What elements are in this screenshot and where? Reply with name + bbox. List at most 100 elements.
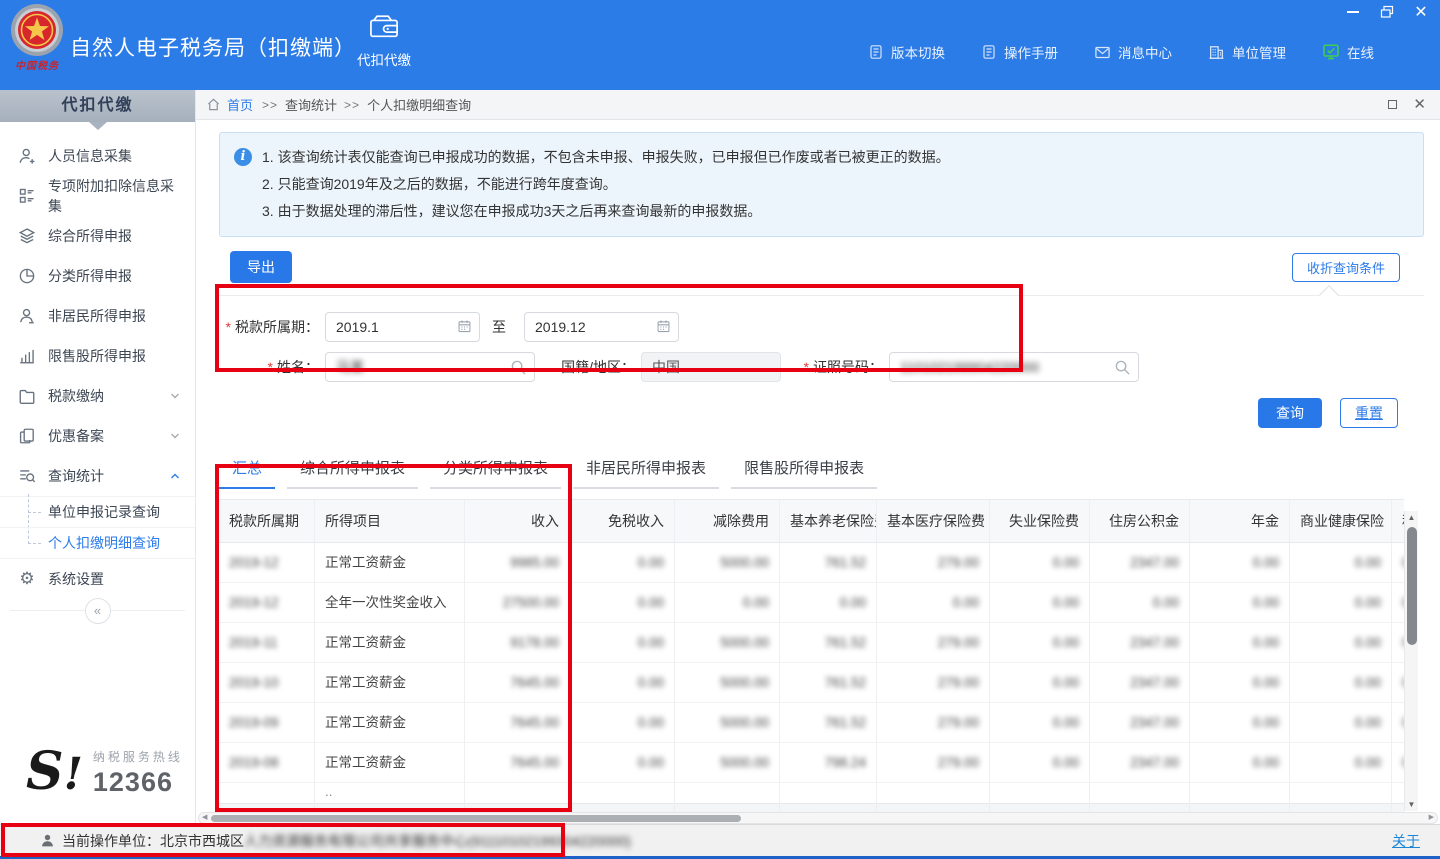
table-row[interactable]: 2019-11正常工资薪金9178.000.005000.00761.52279… bbox=[219, 623, 1404, 663]
table-cell: 0.00 bbox=[1290, 543, 1392, 583]
table-cell: 0.00 bbox=[990, 663, 1090, 703]
scroll-up-icon[interactable]: ▲ bbox=[1405, 513, 1418, 522]
tab-限售股所得申报表[interactable]: 限售股所得申报表 bbox=[731, 450, 877, 489]
column-header: 住房公积金 bbox=[1090, 500, 1190, 542]
table-body: 2019-12正常工资薪金9985.000.005000.00761.52279… bbox=[219, 543, 1404, 842]
maximize-panel-icon[interactable] bbox=[1388, 100, 1397, 109]
name-input[interactable]: 马某 bbox=[325, 352, 535, 382]
table-cell: 0.00 bbox=[1190, 543, 1290, 583]
wallet-icon bbox=[368, 13, 400, 41]
table-cell: 2019-09 bbox=[219, 703, 315, 743]
sidebar-item-nonresident[interactable]: 非居民所得申报 bbox=[0, 296, 195, 336]
table-cell bbox=[570, 783, 675, 803]
breadcrumb-item-current: 个人扣缴明细查询 bbox=[367, 95, 471, 114]
sidebar: 代扣代缴 人员信息采集专项附加扣除信息采集综合所得申报分类所得申报非居民所得申报… bbox=[0, 90, 196, 824]
table-cell: 279.00 bbox=[877, 703, 990, 743]
table-row[interactable]: 2019-10正常工资薪金7645.000.005000.00761.52279… bbox=[219, 663, 1404, 703]
sidebar-subitem-personal-detail[interactable]: 个人扣缴明细查询 bbox=[0, 528, 195, 559]
sidebar-subitem-unit-records[interactable]: 单位申报记录查询 bbox=[0, 497, 195, 528]
calendar-icon[interactable] bbox=[457, 319, 472, 337]
collapse-sidebar-button[interactable]: « bbox=[85, 598, 111, 624]
breadcrumb-separator: >> bbox=[344, 98, 360, 112]
vertical-scrollbar[interactable]: ▲ ▼ bbox=[1404, 511, 1418, 811]
table-cell: 0.00 bbox=[570, 543, 675, 583]
nav-item-org[interactable]: 单位管理 bbox=[1208, 42, 1286, 62]
query-button[interactable]: 查询 bbox=[1258, 398, 1322, 428]
table-cell: 0.00 bbox=[570, 663, 675, 703]
export-button[interactable]: 导出 bbox=[230, 251, 292, 283]
table-cell: 7645.00 bbox=[465, 663, 570, 703]
table-cell: 正常工资薪金 bbox=[315, 623, 465, 663]
sidebar-item-classified[interactable]: 分类所得申报 bbox=[0, 256, 195, 296]
calendar-icon[interactable] bbox=[656, 319, 671, 337]
close-panel-icon[interactable]: ✕ bbox=[1413, 97, 1426, 112]
search-icon[interactable] bbox=[1114, 359, 1131, 379]
sidebar-item-comprehensive[interactable]: 综合所得申报 bbox=[0, 216, 195, 256]
period-to-input[interactable]: 2019.12 bbox=[524, 312, 679, 342]
id-number-input[interactable]: 110102199904220000 bbox=[889, 352, 1139, 382]
close-icon[interactable]: ✕ bbox=[1412, 3, 1430, 21]
horizontal-scroll-thumb[interactable] bbox=[211, 815, 741, 822]
tab-分类所得申报表[interactable]: 分类所得申报表 bbox=[430, 450, 561, 489]
table-cell: 0.00 bbox=[990, 703, 1090, 743]
sidebar-item-deduction[interactable]: 专项附加扣除信息采集 bbox=[0, 176, 195, 216]
about-link[interactable]: 关于 bbox=[1392, 831, 1420, 851]
column-header: 失业保险费 bbox=[990, 500, 1090, 542]
column-header: 减除费用 bbox=[675, 500, 780, 542]
sidebar-item-settings[interactable]: ⚙系统设置 bbox=[0, 559, 195, 599]
nav-item-online[interactable]: 在线 bbox=[1322, 42, 1374, 62]
period-from-input[interactable]: 2019.1 bbox=[325, 312, 480, 342]
tab-非居民所得申报表[interactable]: 非居民所得申报表 bbox=[573, 450, 719, 489]
folder-icon bbox=[18, 387, 36, 405]
top-nav: 版本切换 操作手册 消息中心 单位管理 在线 bbox=[868, 42, 1374, 62]
table-cell: 279.00 bbox=[877, 623, 990, 663]
reset-button[interactable]: 重置 bbox=[1340, 398, 1398, 428]
table-row[interactable]: 2019-09正常工资薪金7645.000.005000.00761.52279… bbox=[219, 703, 1404, 743]
tab-综合所得申报表[interactable]: 综合所得申报表 bbox=[287, 450, 418, 489]
sidebar-item-restricted-shares[interactable]: 限售股所得申报 bbox=[0, 336, 195, 376]
table-cell: 正常工资薪金 bbox=[315, 663, 465, 703]
column-header: 基本医疗保险费 bbox=[877, 500, 990, 542]
breadcrumb-home-link[interactable]: 首页 bbox=[227, 95, 253, 114]
sidebar-item-query-stats[interactable]: 查询统计 bbox=[0, 456, 195, 496]
table-cell: 0.00 bbox=[1190, 663, 1290, 703]
nav-item-version[interactable]: 版本切换 bbox=[868, 42, 945, 62]
nav-item-messages[interactable]: 消息中心 bbox=[1094, 42, 1172, 62]
table-cell: 0.00 bbox=[570, 583, 675, 623]
sidebar-item-personnel[interactable]: 人员信息采集 bbox=[0, 136, 195, 176]
table-cell: 正常工资薪金 bbox=[315, 743, 465, 783]
table-row[interactable]: 2019-08正常工资薪金7645.000.005000.00798.24279… bbox=[219, 743, 1404, 783]
current-unit-value-blurred: 人力资源服务有限公司共享服务中心(91110102199304220000) bbox=[244, 831, 631, 851]
document-icon bbox=[981, 44, 997, 60]
scroll-left-icon[interactable]: ◀ bbox=[202, 813, 207, 823]
table-cell: 0.00 bbox=[1392, 583, 1404, 623]
horizontal-scrollbar[interactable]: ◀ ▶ bbox=[198, 812, 1438, 824]
table-cell: 0.00 bbox=[990, 743, 1090, 783]
table-row[interactable]: 2019-12全年一次性奖金收入27500.000.000.000.000.00… bbox=[219, 583, 1404, 623]
minimize-icon[interactable] bbox=[1344, 3, 1362, 21]
nav-item-manual[interactable]: 操作手册 bbox=[981, 42, 1058, 62]
result-tabs: 汇总综合所得申报表分类所得申报表非居民所得申报表限售股所得申报表 bbox=[219, 450, 1424, 489]
scroll-down-icon[interactable]: ▼ bbox=[1405, 800, 1418, 809]
sidebar-item-tax-payment[interactable]: 税款缴纳 bbox=[0, 376, 195, 416]
collapse-caret bbox=[1319, 285, 1339, 305]
table-header-row: 税款所属期所得项目收入免税收入减除费用基本养老保险费基本医疗保险费失业保险费住房… bbox=[219, 499, 1404, 543]
table-row[interactable]: .. bbox=[219, 783, 1404, 803]
search-icon[interactable] bbox=[510, 359, 527, 379]
vertical-scroll-thumb[interactable] bbox=[1407, 527, 1417, 645]
table-row[interactable]: 2019-12正常工资薪金9985.000.005000.00761.52279… bbox=[219, 543, 1404, 583]
collapse-filters-button[interactable]: 收折查询条件 bbox=[1292, 253, 1400, 282]
table-cell: 0.00 bbox=[675, 583, 780, 623]
column-header: 税 bbox=[1392, 500, 1404, 542]
table-cell: 761.52 bbox=[780, 703, 877, 743]
restore-icon[interactable] bbox=[1378, 3, 1396, 21]
table-cell: 279.00 bbox=[877, 543, 990, 583]
module-tab-daikoudaijiao[interactable]: 代扣代缴 bbox=[348, 13, 420, 69]
tab-汇总[interactable]: 汇总 bbox=[219, 450, 275, 489]
sidebar-item-label: 查询统计 bbox=[48, 466, 104, 486]
id-number-value: 110102199904220000 bbox=[900, 359, 1039, 375]
sidebar-item-preference[interactable]: 优惠备案 bbox=[0, 416, 195, 456]
table-cell: 0.00 bbox=[1392, 543, 1404, 583]
checklist-icon bbox=[18, 187, 36, 205]
scroll-right-icon[interactable]: ▶ bbox=[1429, 813, 1434, 823]
